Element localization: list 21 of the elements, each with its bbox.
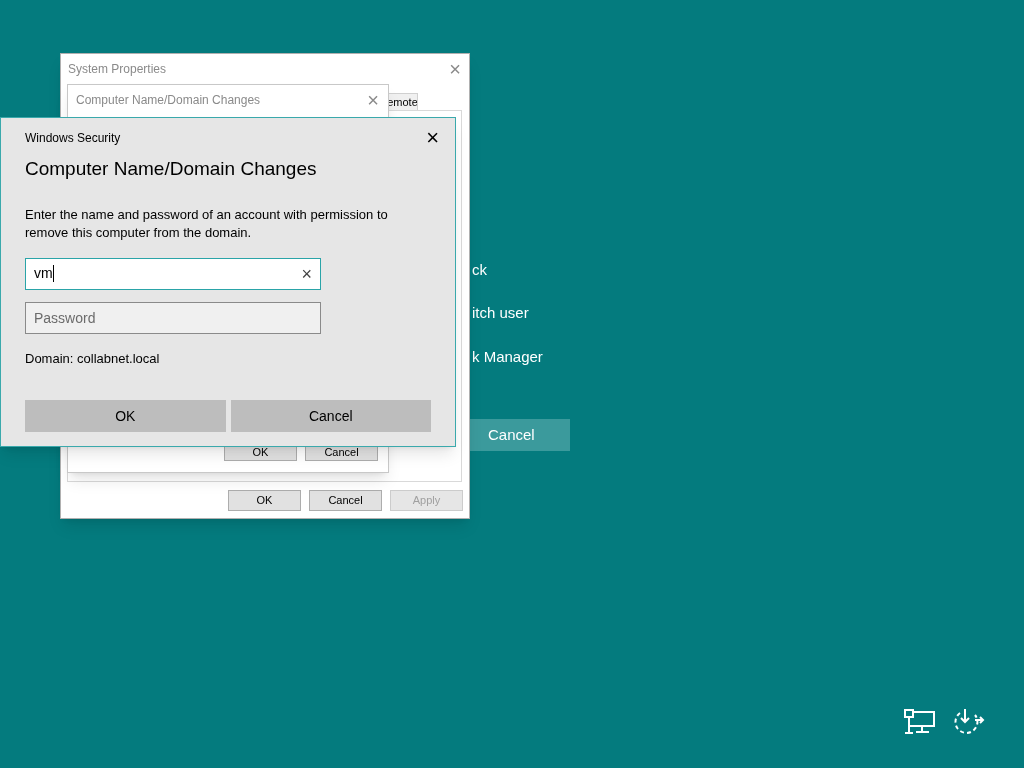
dialog-message: Enter the name and password of an account with permission to remove this computer from the domain.: [25, 205, 389, 242]
window-title: Windows Security: [25, 130, 121, 147]
close-button[interactable]: ×: [367, 89, 379, 110]
dialog-button[interactable]: OK: [228, 490, 301, 511]
power-icon[interactable]: [951, 708, 985, 736]
password-field[interactable]: Password: [25, 301, 321, 334]
window-title: System Properties: [68, 61, 167, 78]
menu-item[interactable]: k Manager: [472, 346, 543, 369]
username-field[interactable]: vm ×: [25, 257, 321, 290]
clear-button[interactable]: ×: [301, 264, 312, 283]
dialog-heading: Computer Name/Domain Changes: [25, 157, 318, 181]
dialog-button[interactable]: OK: [25, 400, 226, 432]
dialog-button[interactable]: Cancel: [309, 490, 382, 511]
network-icon[interactable]: [904, 709, 936, 734]
menu-item[interactable]: itch user: [472, 302, 529, 325]
close-button[interactable]: ×: [449, 59, 461, 79]
dialog-button[interactable]: Cancel: [230, 400, 431, 432]
close-button[interactable]: ×: [426, 127, 439, 149]
menu-item[interactable]: ck: [472, 259, 487, 282]
window-title: Computer Name/Domain Changes: [76, 91, 261, 109]
domain-label: Domain: collabnet.local: [25, 349, 161, 368]
